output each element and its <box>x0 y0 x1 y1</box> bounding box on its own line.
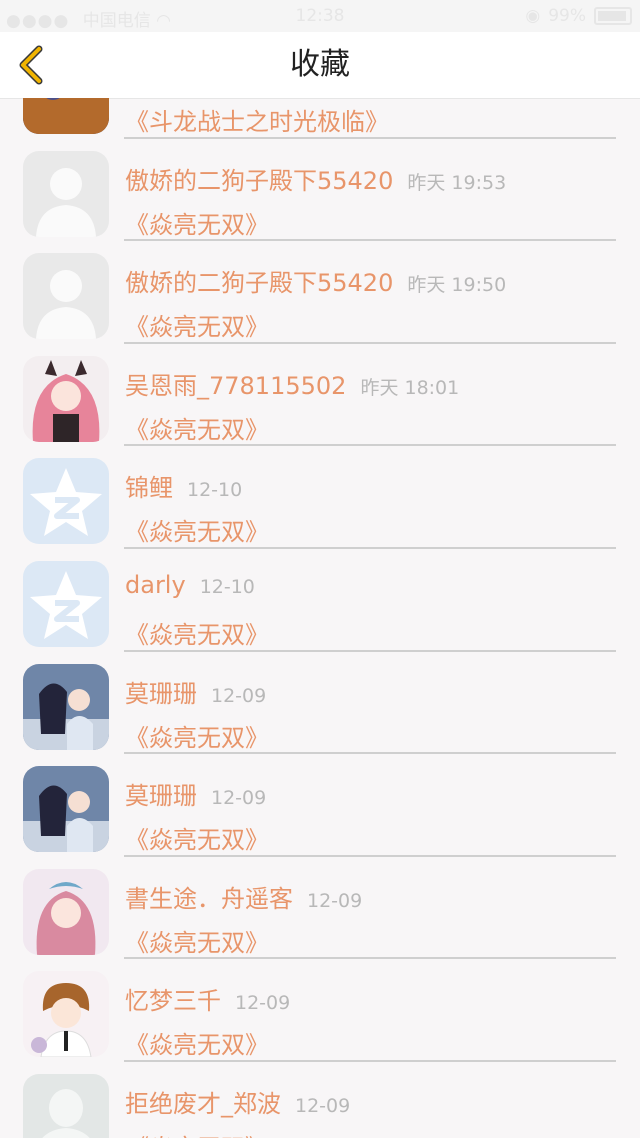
timestamp: 12-09 <box>211 787 267 810</box>
avatar[interactable] <box>23 560 109 647</box>
user-name[interactable]: 莫珊珊 <box>125 680 197 708</box>
book-title[interactable]: 《焱亮无双》 <box>125 615 269 650</box>
avatar[interactable] <box>23 355 109 442</box>
timestamp: 12-10 <box>199 575 255 598</box>
rotation-lock-icon: ◉ <box>525 6 541 26</box>
list-item[interactable]: 傲娇的二狗子殿下55420 昨天 19:53 《焱亮无双》 <box>0 139 640 242</box>
user-line: 莫珊珊 12-09 <box>125 674 266 709</box>
avatar[interactable] <box>23 150 109 237</box>
user-line: 傲娇的二狗子殿下55420 昨天 19:53 <box>125 161 506 196</box>
book-title[interactable]: 《焱亮无双》 <box>125 205 269 240</box>
user-line: 忆梦三千 12-09 <box>125 981 290 1016</box>
timestamp: 12-09 <box>295 1094 351 1117</box>
page-title: 收藏 <box>290 47 350 82</box>
user-line: 拒绝废才_郑波 12-09 <box>125 1084 350 1119</box>
timestamp: 12-09 <box>211 684 267 707</box>
list-item[interactable]: 忆梦三千 12-09 《焱亮无双》 <box>0 959 640 1062</box>
book-title[interactable]: 《焱亮无双》 <box>125 307 269 342</box>
timestamp: 昨天 18:01 <box>360 376 460 399</box>
user-name[interactable]: 忆梦三千 <box>125 987 221 1015</box>
timestamp: 12-09 <box>307 889 363 912</box>
avatar[interactable] <box>23 98 109 134</box>
book-title[interactable]: 《焱亮无双》 <box>125 1128 269 1138</box>
book-title[interactable]: 《斗龙战士之时光极临》 <box>125 102 389 137</box>
battery-percent: 99% <box>548 6 586 26</box>
list-item[interactable]: 莫珊珊 12-09 《焱亮无双》 <box>0 754 640 857</box>
user-line: 吴恩雨_778115502 昨天 18:01 <box>125 366 459 401</box>
book-title[interactable]: 《焱亮无双》 <box>125 718 269 753</box>
navigation-bar: 收藏 <box>0 32 640 99</box>
book-title[interactable]: 《焱亮无双》 <box>125 820 269 855</box>
favorites-list[interactable]: 《斗龙战士之时光极临》 傲娇的二狗子殿下55420 昨天 19:53 《焱亮无双》 傲娇… <box>0 98 640 1138</box>
book-title[interactable]: 《焱亮无双》 <box>125 923 269 958</box>
user-line: 莫珊珊 12-09 <box>125 776 266 811</box>
list-item[interactable]: darly 12-10 《焱亮无双》 <box>0 549 640 652</box>
list-item[interactable]: 吴恩雨_778115502 昨天 18:01 《焱亮无双》 <box>0 344 640 447</box>
user-line: 锦鲤 12-10 <box>125 468 242 503</box>
user-name[interactable]: 拒绝废才_郑波 <box>125 1090 281 1118</box>
book-title[interactable]: 《焱亮无双》 <box>125 512 269 547</box>
user-name[interactable]: 傲娇的二狗子殿下55420 <box>125 167 393 195</box>
status-bar: ●●●● 中国电信 ◠ 12:38 ◉ 99% <box>0 0 640 32</box>
status-right: ◉ 99% <box>525 6 632 26</box>
timestamp: 昨天 19:53 <box>407 171 507 194</box>
user-line: 傲娇的二狗子殿下55420 昨天 19:50 <box>125 263 506 298</box>
book-title[interactable]: 《焱亮无双》 <box>125 1025 269 1060</box>
list-item[interactable]: 拒绝废才_郑波 12-09 《焱亮无双》 <box>0 1062 640 1138</box>
avatar[interactable] <box>23 766 109 853</box>
timestamp: 12-09 <box>235 992 291 1015</box>
user-line: darly 12-10 <box>125 571 255 599</box>
list-item[interactable]: 锦鲤 12-10 《焱亮无双》 <box>0 446 640 549</box>
list-item[interactable]: 莫珊珊 12-09 《焱亮无双》 <box>0 652 640 755</box>
favorites-list-content: 《斗龙战士之时光极临》 傲娇的二狗子殿下55420 昨天 19:53 《焱亮无双》 傲娇… <box>0 98 640 1138</box>
timestamp: 昨天 19:50 <box>407 274 507 297</box>
avatar[interactable] <box>23 663 109 750</box>
user-name[interactable]: darly <box>125 571 186 599</box>
timestamp: 12-10 <box>187 479 243 502</box>
avatar[interactable] <box>23 458 109 545</box>
chevron-left-icon <box>19 45 43 85</box>
list-item[interactable]: 書生途．舟遥客 12-09 《焱亮无双》 <box>0 857 640 960</box>
user-name[interactable]: 書生途．舟遥客 <box>125 885 293 913</box>
user-name[interactable]: 吴恩雨_778115502 <box>125 372 346 400</box>
user-name[interactable]: 锦鲤 <box>125 474 173 502</box>
avatar[interactable] <box>23 971 109 1058</box>
list-item[interactable]: 《斗龙战士之时光极临》 <box>0 98 640 139</box>
user-name[interactable]: 莫珊珊 <box>125 782 197 810</box>
avatar[interactable] <box>23 1073 109 1138</box>
user-name[interactable]: 傲娇的二狗子殿下55420 <box>125 269 393 297</box>
book-title[interactable]: 《焱亮无双》 <box>125 410 269 445</box>
battery-icon <box>594 7 632 25</box>
list-item[interactable]: 傲娇的二狗子殿下55420 昨天 19:50 《焱亮无双》 <box>0 241 640 344</box>
user-line: 書生途．舟遥客 12-09 <box>125 879 362 914</box>
back-button[interactable] <box>8 42 52 88</box>
avatar[interactable] <box>23 868 109 955</box>
avatar[interactable] <box>23 253 109 340</box>
